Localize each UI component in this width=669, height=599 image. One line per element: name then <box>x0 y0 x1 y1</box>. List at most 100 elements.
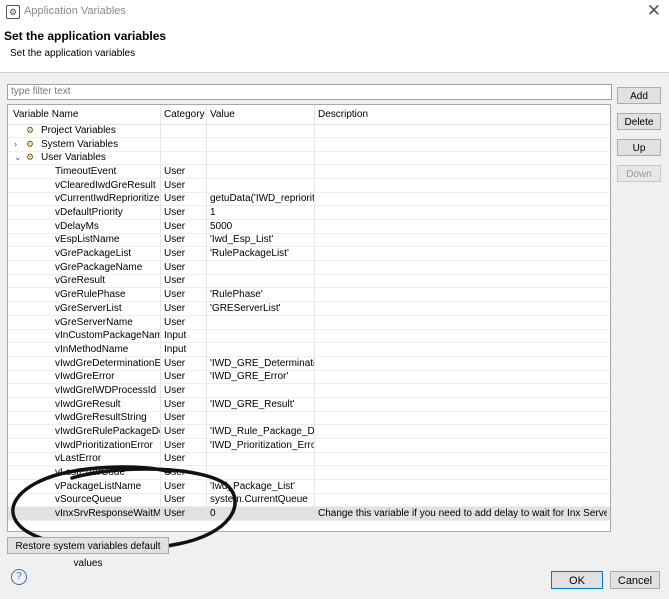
table-row[interactable]: vGrePackageName User <box>8 261 610 275</box>
table-row[interactable]: vGreServerName User <box>8 316 610 330</box>
variable-name-cell: vGrePackageList <box>55 248 132 260</box>
value-cell: getuData('IWD_repriorit... <box>210 193 314 205</box>
tree-group-row[interactable]: ⚙ Project Variables <box>8 124 610 138</box>
value-cell: 'IWD_GRE_Error' <box>210 371 289 383</box>
table-row[interactable]: vIwdPrioritizationError User 'IWD_Prioriti… <box>8 439 610 453</box>
category-cell: User <box>164 220 186 232</box>
category-cell: User <box>164 316 186 328</box>
table-row[interactable]: vIwdGreResultString User <box>8 411 610 426</box>
table-row[interactable]: vDelayMs User 5000 <box>8 220 610 234</box>
category-cell: User <box>164 248 186 260</box>
variable-name-cell: vIwdGreRulePackageDeter <box>55 425 160 437</box>
restore-defaults-button[interactable]: Restore system variables default values <box>7 537 169 569</box>
variables-gear-icon: ⚙ <box>26 152 35 163</box>
category-cell: User <box>164 234 186 246</box>
tree-group-label: System Variables <box>41 138 119 150</box>
table-row[interactable]: vIwdGreRulePackageDeter User 'IWD_Rule_Pac… <box>8 425 610 439</box>
table-row[interactable]: vInxSrvResponseWaitMs User 0 Change this va… <box>8 507 610 522</box>
table-row[interactable]: vPackageListName User 'Iwd_Package_List' <box>8 480 610 494</box>
up-button[interactable]: Up <box>617 139 661 156</box>
tree-group-row[interactable]: › ⚙ System Variables <box>8 138 610 152</box>
variable-name-cell: vIwdGreError <box>55 371 115 383</box>
dialog-header: Set the application variables Set the ap… <box>0 24 669 73</box>
down-button[interactable]: Down <box>617 165 661 182</box>
variable-name-cell: vInxSrvResponseWaitMs <box>55 508 160 520</box>
column-header-value[interactable]: Value <box>210 109 235 120</box>
variable-name-cell: vCurrentIwdReprioritizeDa <box>55 193 160 205</box>
table-row[interactable]: vGreRulePhase User 'RulePhase' <box>8 288 610 303</box>
table-row[interactable]: vCurrentIwdReprioritizeDa User getuData('I… <box>8 192 610 207</box>
value-cell: 'Iwd_Package_List' <box>210 480 295 492</box>
column-header-description[interactable]: Description <box>318 109 368 120</box>
category-cell: User <box>164 398 186 410</box>
value-cell: 'IWD_Prioritization_Error' <box>210 439 314 451</box>
delete-button[interactable]: Delete <box>617 113 661 130</box>
table-row[interactable]: vEspListName User 'Iwd_Esp_List' <box>8 233 610 248</box>
value-cell: 'RulePhase' <box>210 289 263 301</box>
variables-gear-icon: ⚙ <box>26 138 35 149</box>
value-cell: 5000 <box>210 220 233 232</box>
column-header-variable-name[interactable]: Variable Name <box>13 109 78 120</box>
variables-table[interactable]: Variable Name Category Value Description… <box>7 104 611 532</box>
category-cell: User <box>164 425 186 437</box>
variable-name-cell: vIwdGreDeterminationErrc <box>55 357 160 369</box>
table-row[interactable]: vIwdGreDeterminationErrc User 'IWD_GRE_Det… <box>8 357 610 371</box>
table-row[interactable]: vInCustomPackageName Input <box>8 329 610 344</box>
value-cell: 1 <box>210 207 216 219</box>
dialog-title: Set the application variables <box>4 29 167 43</box>
variable-name-cell: vDelayMs <box>55 220 99 232</box>
help-icon[interactable]: ? <box>11 569 27 585</box>
table-row[interactable]: vIwdGreError User 'IWD_GRE_Error' <box>8 370 610 385</box>
window-title: Application Variables <box>24 5 126 17</box>
value-cell: 'IWD_GRE_Determinatio... <box>210 357 314 369</box>
add-button[interactable]: Add <box>617 87 661 104</box>
table-row[interactable]: vLastError User <box>8 452 610 467</box>
category-cell: User <box>164 193 186 205</box>
value-cell: 0 <box>210 508 216 520</box>
category-cell: User <box>164 275 186 287</box>
close-icon[interactable]: ✕ <box>647 1 661 21</box>
category-cell: Input <box>164 343 187 355</box>
table-row[interactable]: vSourceQueue User system.CurrentQueue <box>8 493 610 508</box>
category-cell: User <box>164 302 186 314</box>
table-row[interactable]: vDefaultPriority User 1 <box>8 206 610 221</box>
variable-name-cell: vIwdGreIWDProcessId <box>55 384 157 396</box>
category-cell: User <box>164 480 186 492</box>
category-cell: User <box>164 261 186 273</box>
variable-name-cell: vIwdGreResultString <box>55 412 147 424</box>
category-cell: User <box>164 179 186 191</box>
table-header: Variable Name Category Value Description <box>8 105 610 125</box>
table-row[interactable]: vGrePackageList User 'RulePackageList' <box>8 247 610 262</box>
chevron-right-icon[interactable]: › <box>14 138 17 151</box>
description-cell: Change this variable if you need to add … <box>318 508 607 520</box>
column-header-category[interactable]: Category <box>164 109 205 120</box>
variable-name-cell: vEspListName <box>55 234 120 246</box>
filter-input[interactable] <box>7 84 612 100</box>
table-row[interactable]: vGreResult User <box>8 274 610 289</box>
chevron-down-icon[interactable]: ⌄ <box>14 151 22 164</box>
tree-group-row[interactable]: ⌄ ⚙ User Variables <box>8 151 610 166</box>
table-row[interactable]: vInMethodName Input <box>8 343 610 357</box>
variable-name-cell: vInCustomPackageName <box>55 330 160 342</box>
ok-button[interactable]: OK <box>551 571 603 589</box>
variable-name-cell: vClearedIwdGreResult <box>55 179 156 191</box>
category-cell: User <box>164 357 186 369</box>
app-icon: ⚙ <box>6 5 20 19</box>
variable-name-cell: vInMethodName <box>55 343 129 355</box>
table-row[interactable]: vClearedIwdGreResult User <box>8 179 610 193</box>
dialog-subtitle: Set the application variables <box>10 48 136 59</box>
category-cell: User <box>164 508 186 520</box>
variable-name-cell: vGreRulePhase <box>55 289 126 301</box>
category-cell: User <box>164 467 186 478</box>
table-row[interactable]: vGreServerList User 'GREServerList' <box>8 302 610 316</box>
variable-name-cell: vIwdPrioritizationError <box>55 439 153 451</box>
variable-name-cell: TimeoutEvent <box>55 166 117 178</box>
variable-name-cell: vGreServerName <box>55 316 133 328</box>
table-row[interactable]: vIwdGreIWDProcessId User <box>8 384 610 398</box>
table-row[interactable]: vLastErrorCode User <box>8 466 610 480</box>
table-row[interactable]: vIwdGreResult User 'IWD_GRE_Result' <box>8 398 610 412</box>
table-row[interactable]: TimeoutEvent User <box>8 165 610 180</box>
variable-name-cell: vSourceQueue <box>55 494 122 506</box>
cancel-button[interactable]: Cancel <box>610 571 660 589</box>
variable-name-cell: vLastError <box>55 453 102 465</box>
